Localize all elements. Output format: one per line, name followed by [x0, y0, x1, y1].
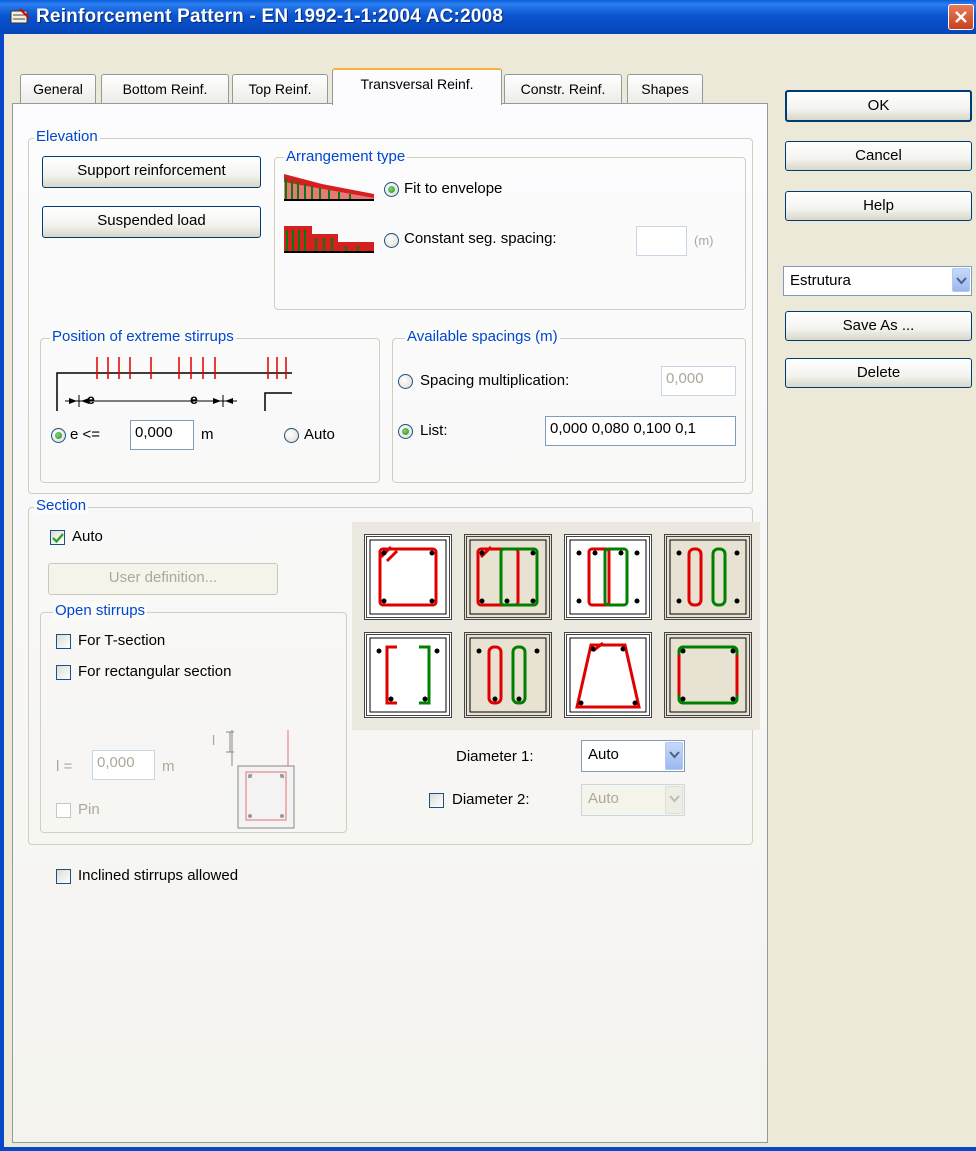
- spacing-list-input[interactable]: 0,000 0,080 0,100 0,1: [545, 416, 736, 446]
- pin-checkbox[interactable]: [56, 803, 71, 818]
- constant-spacing-radio[interactable]: [384, 233, 399, 248]
- section-option-4[interactable]: [664, 534, 752, 620]
- diameter1-select[interactable]: Auto: [581, 740, 685, 772]
- elevation-legend: Elevation: [34, 128, 100, 145]
- constant-spacing-unit: (m): [694, 233, 714, 248]
- t-section-label: For T-section: [78, 632, 166, 649]
- preset-select[interactable]: Estrutura: [783, 266, 972, 296]
- tab-general[interactable]: General: [20, 74, 96, 104]
- available-spacings-group: [392, 338, 746, 483]
- section-option-1[interactable]: [364, 534, 452, 620]
- available-spacings-legend: Available spacings (m): [405, 328, 560, 345]
- app-icon: [10, 8, 30, 24]
- section-option-6[interactable]: [464, 632, 552, 718]
- diagram-e-left: e: [87, 391, 95, 407]
- ok-button[interactable]: OK: [785, 90, 972, 122]
- diameter2-label: Diameter 2:: [452, 791, 530, 808]
- help-button[interactable]: Help: [785, 191, 972, 221]
- section-auto-label: Auto: [72, 528, 103, 545]
- spacing-list-label: List:: [420, 422, 448, 439]
- rect-section-label: For rectangular section: [78, 663, 232, 680]
- diameter1-value: Auto: [588, 746, 619, 763]
- l-input[interactable]: 0,000: [92, 750, 155, 780]
- e-max-unit: m: [201, 426, 214, 443]
- diagram-l-label: l: [212, 732, 216, 748]
- fit-to-envelope-label: Fit to envelope: [404, 180, 503, 197]
- constant-spacing-input[interactable]: [636, 226, 687, 256]
- diameter2-select[interactable]: Auto: [581, 784, 685, 816]
- l-unit: m: [162, 758, 175, 775]
- tab-transversal-reinf[interactable]: Transversal Reinf.: [332, 68, 502, 105]
- section-type-grid: [352, 522, 760, 730]
- tab-top-reinf[interactable]: Top Reinf.: [232, 74, 328, 104]
- diagram-e-right: e: [190, 391, 198, 407]
- extreme-stirrups-legend: Position of extreme stirrups: [50, 328, 236, 345]
- support-reinforcement-button[interactable]: Support reinforcement: [42, 156, 261, 188]
- tab-bottom-reinf[interactable]: Bottom Reinf.: [101, 74, 229, 104]
- window-title: Reinforcement Pattern - EN 1992-1-1:2004…: [36, 6, 504, 27]
- chevron-down-icon[interactable]: [665, 786, 683, 814]
- spacing-multiplication-radio[interactable]: [398, 374, 413, 389]
- window-frame-bottom: [0, 1147, 976, 1151]
- chevron-down-icon[interactable]: [952, 268, 970, 292]
- diameter2-value: Auto: [588, 790, 619, 807]
- extreme-auto-label: Auto: [304, 426, 335, 443]
- extreme-auto-radio[interactable]: [284, 428, 299, 443]
- section-legend: Section: [34, 497, 89, 514]
- open-stirrups-legend: Open stirrups: [53, 602, 148, 619]
- title-bar: Reinforcement Pattern - EN 1992-1-1:2004…: [0, 0, 976, 34]
- spacing-multiplication-input[interactable]: 0,000: [661, 366, 736, 396]
- section-option-7[interactable]: [564, 632, 652, 718]
- diameter2-checkbox[interactable]: [429, 793, 444, 808]
- user-definition-button[interactable]: User definition...: [48, 563, 278, 595]
- spacing-list-radio[interactable]: [398, 424, 413, 439]
- suspended-load-button[interactable]: Suspended load: [42, 206, 261, 238]
- l-label: l =: [56, 758, 73, 775]
- section-option-3[interactable]: [564, 534, 652, 620]
- extreme-stirrups-diagram: [56, 357, 292, 411]
- section-option-8[interactable]: [664, 632, 752, 718]
- tab-constr-reinf[interactable]: Constr. Reinf.: [504, 74, 622, 104]
- arrangement-legend: Arrangement type: [284, 148, 408, 165]
- section-auto-checkbox[interactable]: [50, 530, 65, 545]
- section-option-2[interactable]: [464, 534, 552, 620]
- constant-spacing-label: Constant seg. spacing:: [404, 230, 557, 247]
- preset-select-value: Estrutura: [790, 272, 851, 289]
- close-button[interactable]: [948, 4, 974, 30]
- e-max-input[interactable]: 0,000: [130, 420, 194, 450]
- close-icon: [955, 11, 967, 23]
- open-stirrup-diagram: [226, 730, 295, 829]
- envelope-fit-icon: [284, 174, 374, 201]
- diameter1-label: Diameter 1:: [456, 748, 534, 765]
- pin-label: Pin: [78, 801, 100, 818]
- section-option-5[interactable]: [364, 632, 452, 718]
- cancel-button[interactable]: Cancel: [785, 141, 972, 171]
- spacing-multiplication-label: Spacing multiplication:: [420, 372, 570, 389]
- rect-section-checkbox[interactable]: [56, 665, 71, 680]
- constant-spacing-icon: [284, 226, 374, 253]
- window-frame-left: [0, 34, 4, 1151]
- tab-shapes[interactable]: Shapes: [627, 74, 703, 104]
- t-section-checkbox[interactable]: [56, 634, 71, 649]
- e-max-label: e <=: [70, 426, 101, 443]
- delete-button[interactable]: Delete: [785, 358, 972, 388]
- e-max-radio[interactable]: [51, 428, 66, 443]
- inclined-stirrups-label: Inclined stirrups allowed: [78, 867, 239, 884]
- save-as-button[interactable]: Save As ...: [785, 311, 972, 341]
- fit-to-envelope-radio[interactable]: [384, 182, 399, 197]
- inclined-stirrups-checkbox[interactable]: [56, 869, 71, 884]
- checkmark-icon: [52, 533, 64, 544]
- chevron-down-icon[interactable]: [665, 742, 683, 770]
